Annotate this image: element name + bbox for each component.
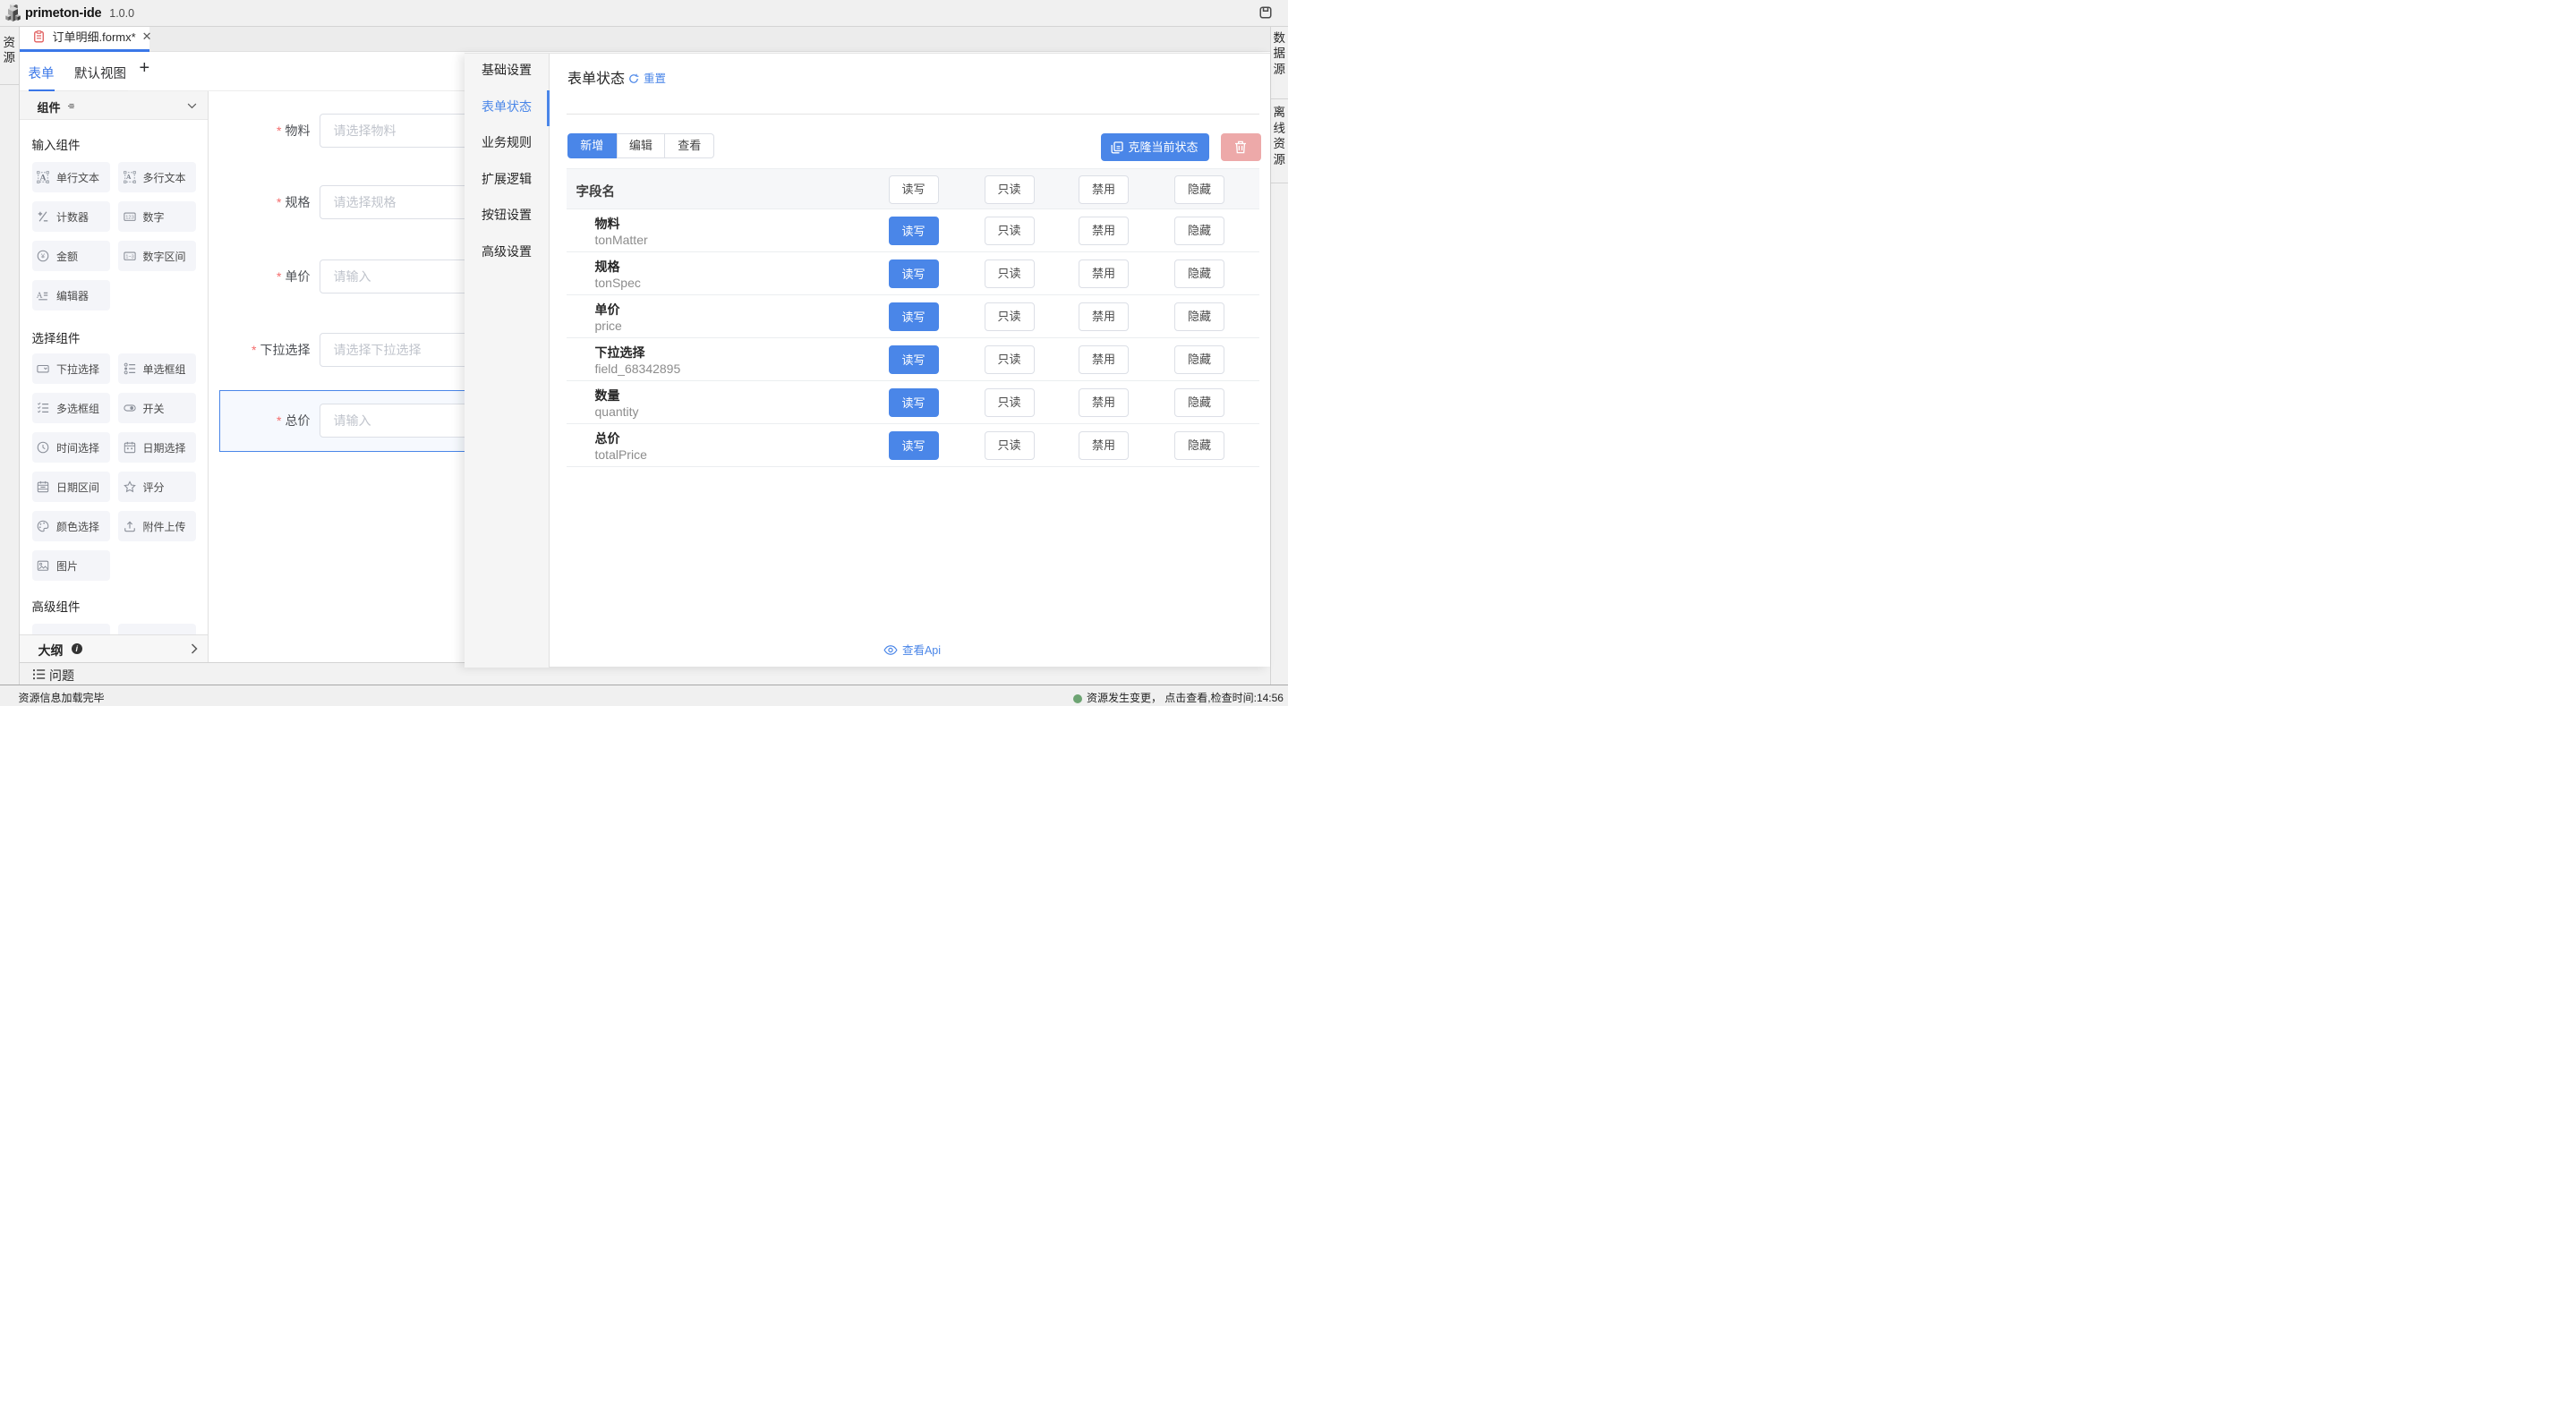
svg-text:¥: ¥ xyxy=(41,252,46,260)
svg-text:A: A xyxy=(126,173,132,181)
svg-text:A: A xyxy=(40,174,47,183)
svg-text:123: 123 xyxy=(125,215,133,220)
svg-text:1~3: 1~3 xyxy=(125,254,133,259)
